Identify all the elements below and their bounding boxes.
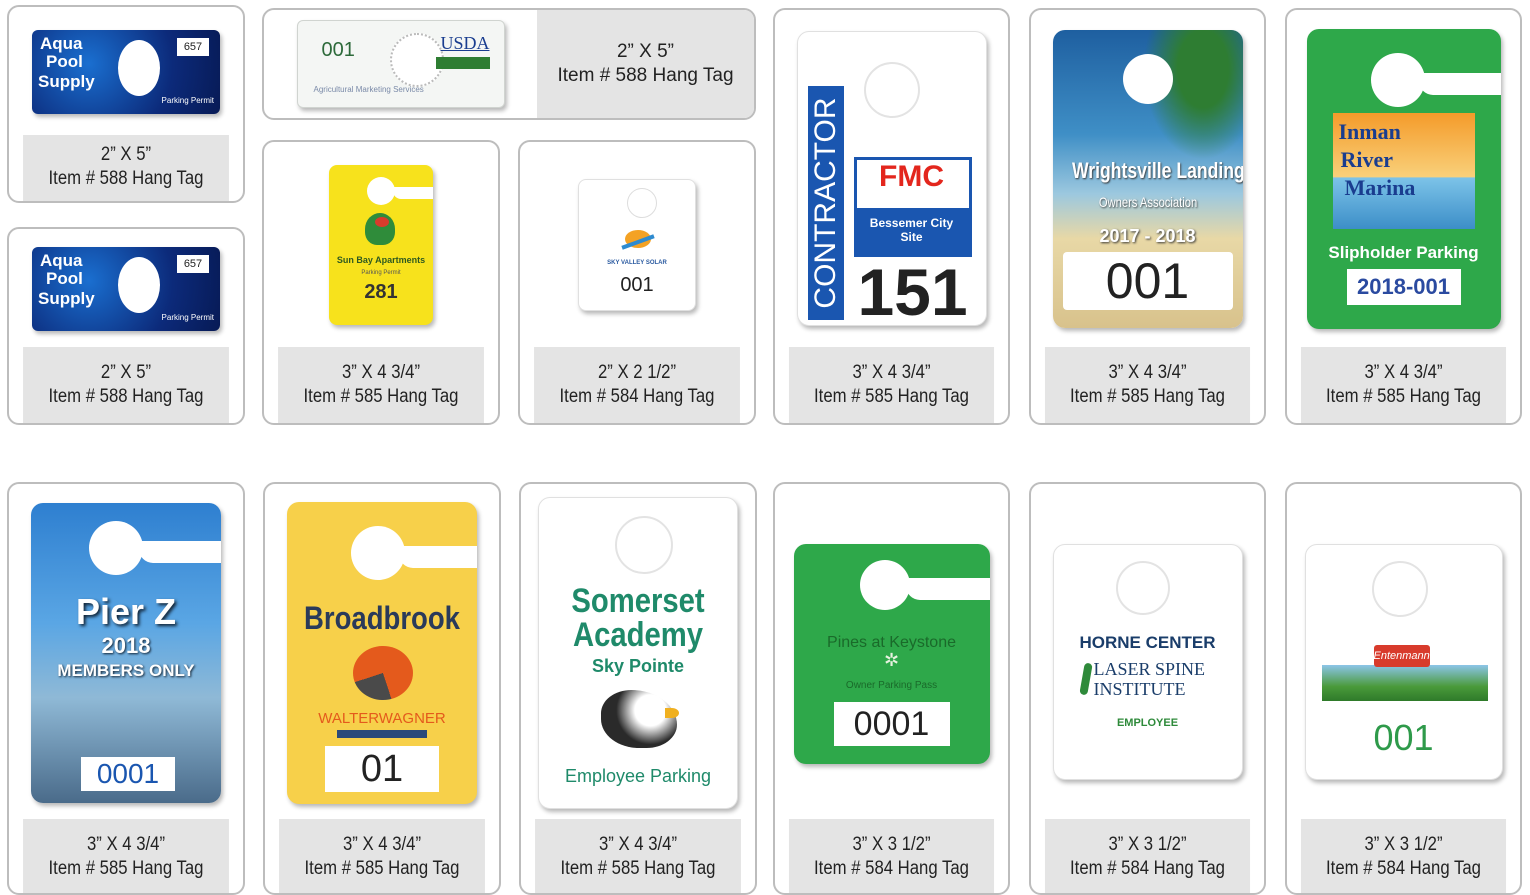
product-card-5[interactable]: SKY VALLEY SOLAR 001 2” X 2 1/2” Item # … — [518, 140, 756, 425]
product-image: Aqua Pool Supply 657 Parking Permit — [9, 7, 243, 137]
product-item-number: Item # 585 Hang Tag — [303, 386, 459, 407]
product-image: Broadbrook WALTERWAGNER 01 — [265, 484, 499, 821]
product-card-4[interactable]: Sun Bay Apartments Parking Permit 281 3”… — [262, 140, 500, 425]
hang-tag: Pines at Keystone ✲ Owner Parking Pass 0… — [793, 544, 990, 764]
product-card-3[interactable]: Aqua Pool Supply 657 Parking Permit 2” X… — [7, 227, 245, 425]
product-item-number: Item # 584 Hang Tag — [1326, 858, 1481, 879]
product-card-8[interactable]: Inman River Marina Slipholder Parking 20… — [1285, 8, 1522, 425]
product-card-9[interactable]: Pier Z 2018 MEMBERS ONLY 0001 3” X 4 3/4… — [7, 482, 245, 895]
product-image: 001 USDA Agricultural Marketing Services — [264, 10, 537, 118]
product-size: 3” X 4 3/4” — [342, 834, 422, 855]
product-size: 2” X 5” — [100, 362, 152, 383]
product-item-number: Item # 585 Hang Tag — [304, 858, 460, 879]
product-item-number: Item # 588 Hang Tag — [48, 168, 204, 189]
product-size: 3” X 4 3/4” — [341, 362, 421, 383]
product-size: 3” X 3 1/2” — [1108, 834, 1187, 855]
product-size: 3” X 3 1/2” — [852, 834, 931, 855]
product-item-number: Item # 585 Hang Tag — [1326, 386, 1481, 407]
product-image: Wrightsville Landing Owners Association … — [1031, 10, 1264, 347]
product-size: 3” X 4 3/4” — [1364, 362, 1443, 383]
product-image: Pier Z 2018 MEMBERS ONLY 0001 — [9, 484, 243, 821]
product-item-number: Item # 585 Hang Tag — [560, 858, 716, 879]
hang-tag: Entenmann 001 — [1304, 544, 1503, 780]
product-item-number: Item # 585 Hang Tag — [48, 858, 204, 879]
hang-tag: Inman River Marina Slipholder Parking 20… — [1306, 28, 1501, 329]
product-size: 2” X 5” — [616, 41, 675, 62]
product-card-10[interactable]: Broadbrook WALTERWAGNER 01 3” X 4 3/4” I… — [263, 482, 501, 895]
product-size: 2” X 2 1/2” — [597, 362, 677, 383]
product-card-7[interactable]: Wrightsville Landing Owners Association … — [1029, 8, 1266, 425]
hang-tag: Aqua Pool Supply 657 Parking Permit — [32, 30, 220, 114]
hang-tag: HORNE CENTER LASER SPINE INSTITUTE EMPLO… — [1052, 544, 1243, 780]
product-card-6[interactable]: CONTRACTOR FMC Bessemer City Site 151 3”… — [773, 8, 1010, 425]
hang-tag: CONTRACTOR FMC Bessemer City Site 151 — [796, 31, 987, 326]
product-size: 3” X 4 3/4” — [852, 362, 931, 383]
product-image: SKY VALLEY SOLAR 001 — [520, 142, 754, 347]
product-item-number: Item # 584 Hang Tag — [1070, 858, 1225, 879]
product-image: HORNE CENTER LASER SPINE INSTITUTE EMPLO… — [1031, 544, 1264, 784]
product-item-number: Item # 584 Hang Tag — [814, 858, 969, 879]
hang-tag: Pier Z 2018 MEMBERS ONLY 0001 — [31, 502, 221, 803]
product-image: Somerset Academy Sky Pointe Employee Par… — [521, 484, 755, 821]
hang-tag: Wrightsville Landing Owners Association … — [1052, 29, 1243, 328]
product-size: 2” X 5” — [100, 144, 152, 165]
product-card-1[interactable]: Aqua Pool Supply 657 Parking Permit 2” X… — [7, 5, 245, 203]
product-size: 3” X 4 3/4” — [1108, 362, 1187, 383]
product-image: Sun Bay Apartments Parking Permit 281 — [264, 142, 498, 347]
product-card-13[interactable]: HORNE CENTER LASER SPINE INSTITUTE EMPLO… — [1029, 482, 1266, 895]
product-card-2[interactable]: 001 USDA Agricultural Marketing Services… — [262, 8, 756, 120]
product-image: Inman River Marina Slipholder Parking 20… — [1287, 10, 1520, 347]
hang-tag: Sun Bay Apartments Parking Permit 281 — [329, 164, 433, 325]
hang-tag: SKY VALLEY SOLAR 001 — [578, 178, 696, 311]
hang-tag: Broadbrook WALTERWAGNER 01 — [287, 501, 477, 804]
product-item-number: Item # 585 Hang Tag — [1070, 386, 1225, 407]
product-size: 3” X 4 3/4” — [86, 834, 166, 855]
hang-tag: Aqua Pool Supply 657 Parking Permit — [32, 247, 220, 331]
product-item-number: Item # 588 Hang Tag — [557, 65, 734, 86]
product-item-number: Item # 584 Hang Tag — [559, 386, 715, 407]
product-size: 3” X 3 1/2” — [1364, 834, 1443, 855]
product-image: Entenmann 001 — [1287, 544, 1520, 784]
product-image: CONTRACTOR FMC Bessemer City Site 151 — [775, 10, 1008, 347]
product-item-number: Item # 585 Hang Tag — [814, 386, 969, 407]
product-card-11[interactable]: Somerset Academy Sky Pointe Employee Par… — [519, 482, 757, 895]
product-image: Pines at Keystone ✲ Owner Parking Pass 0… — [775, 544, 1008, 784]
hang-tag: Somerset Academy Sky Pointe Employee Par… — [538, 496, 738, 809]
product-size: 3” X 4 3/4” — [598, 834, 678, 855]
product-image: Aqua Pool Supply 657 Parking Permit — [9, 229, 243, 349]
hang-tag: 001 USDA Agricultural Marketing Services — [296, 20, 505, 108]
product-card-12[interactable]: Pines at Keystone ✲ Owner Parking Pass 0… — [773, 482, 1010, 895]
product-item-number: Item # 588 Hang Tag — [48, 386, 204, 407]
product-card-14[interactable]: Entenmann 001 3” X 3 1/2” Item # 584 Han… — [1285, 482, 1522, 895]
